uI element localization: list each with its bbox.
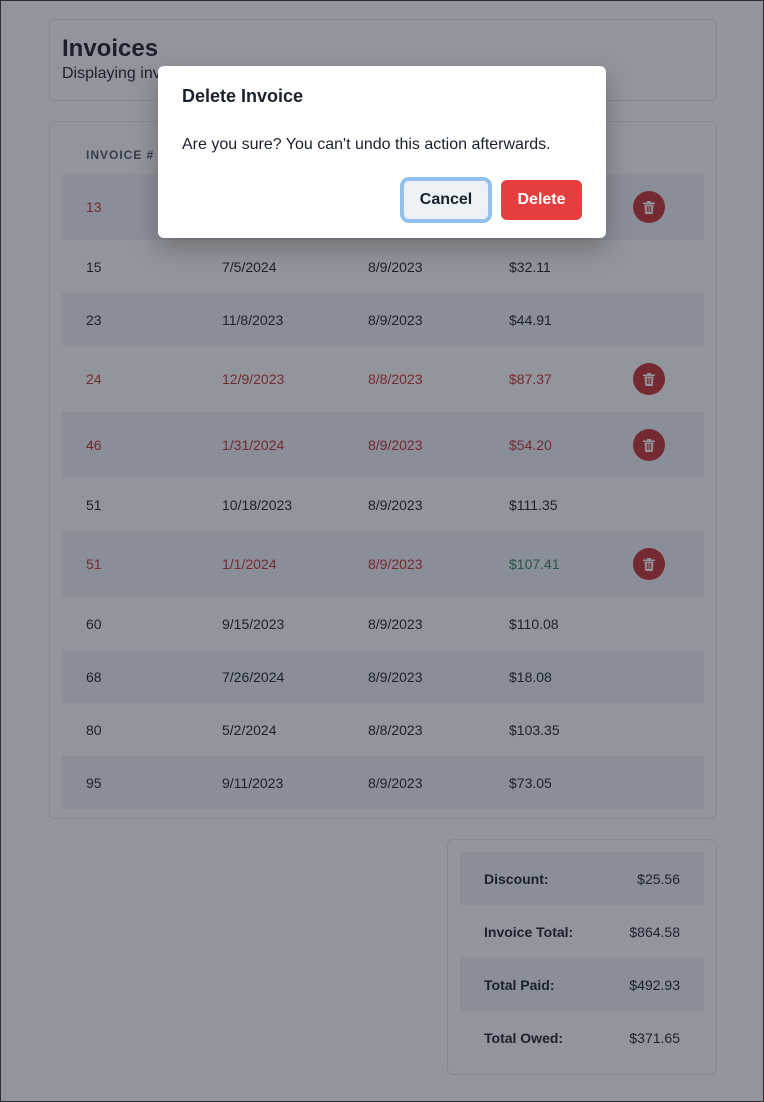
dialog-title: Delete Invoice [182, 86, 304, 106]
dialog-message: Are you sure? You can't undo this action… [182, 136, 551, 153]
delete-button[interactable]: Delete [501, 180, 582, 220]
dialog-actions: Cancel Delete [403, 180, 582, 220]
delete-invoice-dialog: Delete Invoice Are you sure? You can't u… [158, 66, 606, 238]
cancel-button[interactable]: Cancel [403, 180, 489, 220]
